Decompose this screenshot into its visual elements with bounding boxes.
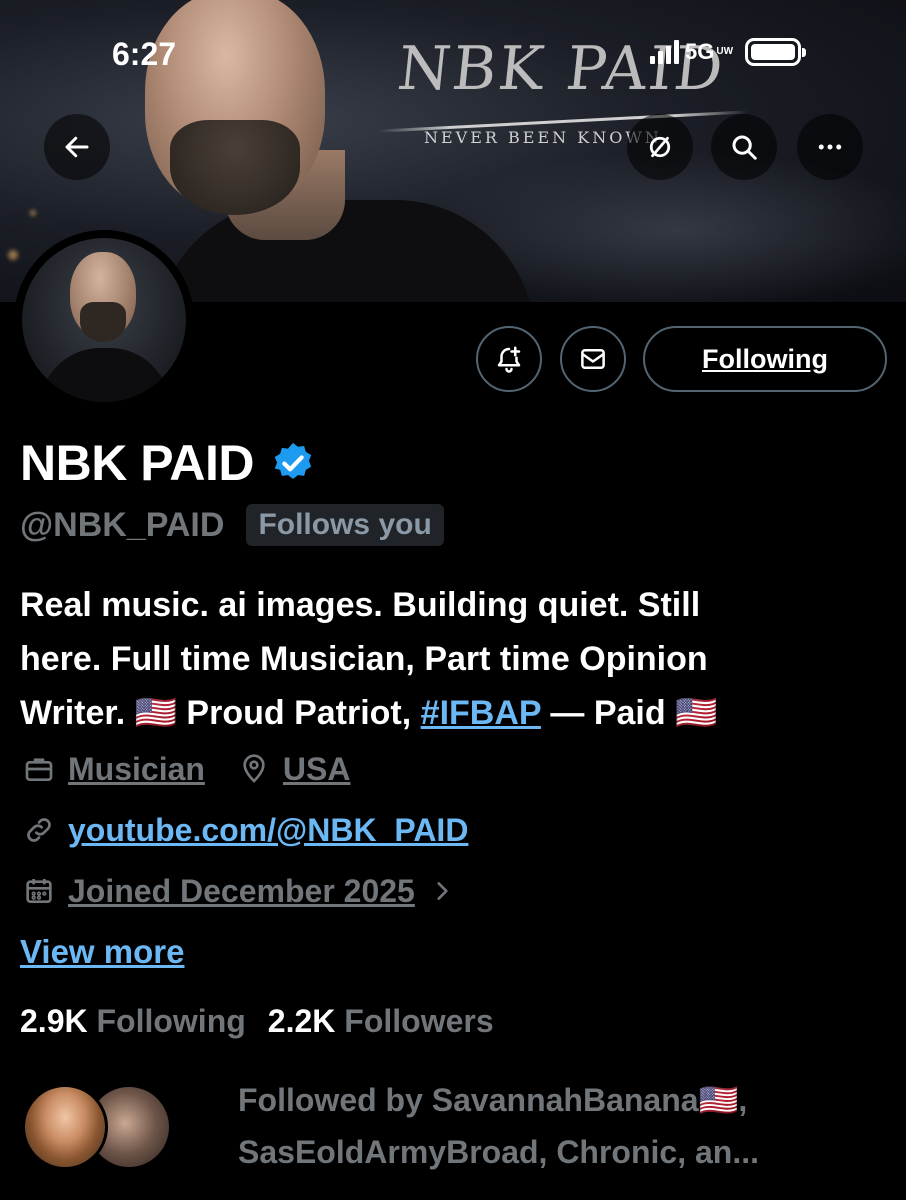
following-count-link[interactable]: 2.9K Following xyxy=(20,1003,246,1040)
signal-icon xyxy=(650,40,679,64)
status-time: 6:27 xyxy=(112,36,177,72)
chevron-right-icon xyxy=(423,872,461,910)
following-count: 2.9K xyxy=(20,1003,88,1039)
name-row: NBK PAID xyxy=(20,434,316,492)
back-button[interactable] xyxy=(44,114,110,180)
calendar-icon xyxy=(20,872,58,910)
category-link[interactable]: Musician xyxy=(68,751,205,788)
mail-icon xyxy=(581,349,605,369)
message-button[interactable] xyxy=(560,326,626,392)
view-more-link[interactable]: View more xyxy=(20,933,184,971)
bio-line-3: Writer. 🇺🇸 Proud Patriot, #IFBAP — Paid … xyxy=(20,686,880,740)
link-icon xyxy=(20,811,58,849)
followed-by-text[interactable]: Followed by SavannahBanana🇺🇸, SasEoldArm… xyxy=(238,1074,858,1178)
hashtag-link[interactable]: #IFBAP xyxy=(421,694,541,732)
battery-icon xyxy=(745,38,807,66)
handle-row: @NBK_PAID Follows you xyxy=(20,504,444,546)
following-button[interactable]: Following xyxy=(643,326,887,392)
following-label: Following xyxy=(96,1003,246,1039)
followed-by-line-1: Followed by SavannahBanana🇺🇸, xyxy=(238,1082,748,1118)
hide-button[interactable] xyxy=(627,114,693,180)
network-sub: UW xyxy=(716,46,734,57)
followed-by-avatars[interactable] xyxy=(22,1084,172,1170)
website-link[interactable]: youtube.com/@NBK_PAID xyxy=(68,812,468,849)
network-type: 5G xyxy=(685,39,715,64)
profile-meta-joined[interactable]: Joined December 2025 xyxy=(20,872,471,910)
notifications-button[interactable] xyxy=(476,326,542,392)
bio-line-1: Real music. ai images. Building quiet. S… xyxy=(20,586,701,624)
followers-count: 2.2K xyxy=(267,1003,336,1039)
bio-text: Writer. 🇺🇸 Proud Patriot, xyxy=(20,694,421,732)
location-icon xyxy=(235,750,273,788)
followers-count-link[interactable]: 2.2K Followers xyxy=(268,1003,494,1040)
bell-plus-icon xyxy=(497,346,521,373)
search-button[interactable] xyxy=(711,114,777,180)
follows-you-badge: Follows you xyxy=(246,504,444,546)
followed-by-line-2: SasEoldArmyBroad, Chronic, an... xyxy=(238,1134,759,1170)
hide-icon xyxy=(649,136,671,158)
network-label: 5G UW xyxy=(685,39,733,65)
more-icon xyxy=(818,144,842,150)
profile-meta-website: youtube.com/@NBK_PAID xyxy=(20,811,468,849)
profile-avatar[interactable] xyxy=(14,230,194,410)
briefcase-icon xyxy=(20,750,58,788)
location-link[interactable]: USA xyxy=(283,751,351,788)
search-icon xyxy=(732,135,757,160)
followers-label: Followers xyxy=(344,1003,494,1039)
profile-meta-category-location: Musician USA xyxy=(20,750,350,788)
profile-bio: Real music. ai images. Building quiet. S… xyxy=(20,578,880,740)
bio-line-2: here. Full time Musician, Part time Opin… xyxy=(20,640,708,678)
verified-badge-icon[interactable] xyxy=(270,440,316,486)
more-button[interactable] xyxy=(797,114,863,180)
arrow-left-icon xyxy=(65,136,89,158)
profile-counts: 2.9K Following 2.2K Followers xyxy=(20,1003,494,1040)
bio-text-end: — Paid 🇺🇸 xyxy=(540,694,718,732)
follower-avatar xyxy=(22,1084,108,1170)
profile-handle: @NBK_PAID xyxy=(20,505,225,544)
joined-date[interactable]: Joined December 2025 xyxy=(68,873,415,910)
status-indicators: 5G UW xyxy=(650,38,807,66)
profile-name: NBK PAID xyxy=(20,435,254,491)
avatar-image xyxy=(22,238,186,402)
